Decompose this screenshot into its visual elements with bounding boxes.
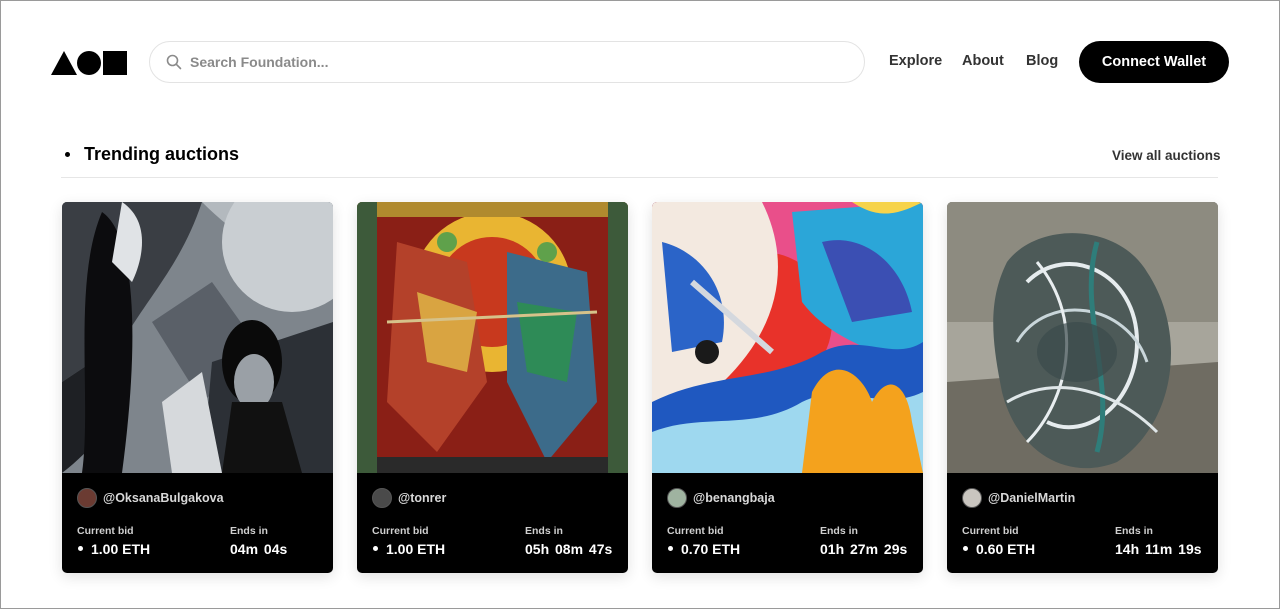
search-icon [166,54,182,70]
auction-card[interactable]: @benangbaja Current bid Ends in 0.70 ETH… [652,202,923,573]
ends-in-countdown: 14h 11m 19s [1115,541,1202,557]
current-bid-label: Current bid [667,525,724,537]
section-title: Trending auctions [84,144,240,164]
auction-card[interactable]: @DanielMartin Current bid Ends in 0.60 E… [947,202,1218,573]
current-bid-value: 1.00 ETH [91,541,151,557]
ends-in-countdown: 04m 04s [230,541,288,557]
avatar[interactable] [372,488,392,508]
nav-about-link[interactable]: About [962,53,1004,71]
ends-in-label: Ends in [1115,525,1153,537]
search-input[interactable] [190,43,850,81]
ends-in-label: Ends in [820,525,858,537]
current-bid-value: 0.60 ETH [976,541,1036,557]
eth-dot-icon [78,546,83,551]
creator-username[interactable]: @tonrer [398,491,446,505]
auction-card[interactable]: @tonrer Current bid Ends in 1.00 ETH 05h… [357,202,628,573]
foundation-logo-icon[interactable] [51,51,127,75]
nav-blog-link[interactable]: Blog [1026,53,1058,71]
creator-username[interactable]: @DanielMartin [988,491,1075,505]
avatar[interactable] [77,488,97,508]
current-bid-label: Current bid [962,525,1019,537]
artwork-image[interactable] [947,202,1218,473]
creator-username[interactable]: @OksanaBulgakova [103,491,224,505]
current-bid-label: Current bid [372,525,429,537]
nav-explore-link[interactable]: Explore [889,53,942,71]
connect-wallet-button[interactable]: Connect Wallet [1079,41,1229,83]
artwork-image[interactable] [357,202,628,473]
artwork-image[interactable] [652,202,923,473]
eth-dot-icon [373,546,378,551]
artwork-image[interactable] [62,202,333,473]
ends-in-label: Ends in [230,525,268,537]
current-bid-label: Current bid [77,525,134,537]
ends-in-countdown: 05h 08m 47s [525,541,613,557]
avatar[interactable] [667,488,687,508]
ends-in-countdown: 01h 27m 29s [820,541,908,557]
current-bid-value: 0.70 ETH [681,541,741,557]
section-bullet [65,152,70,157]
creator-username[interactable]: @benangbaja [693,491,775,505]
search-bar[interactable] [149,41,865,83]
auction-card[interactable]: @OksanaBulgakova Current bid Ends in 1.0… [62,202,333,573]
eth-dot-icon [668,546,673,551]
avatar[interactable] [962,488,982,508]
view-all-auctions-link[interactable]: View all auctions [1112,148,1221,163]
eth-dot-icon [963,546,968,551]
current-bid-value: 1.00 ETH [386,541,446,557]
ends-in-label: Ends in [525,525,563,537]
top-header: Explore About Blog Connect Wallet [1,1,1279,123]
section-divider [61,177,1218,178]
